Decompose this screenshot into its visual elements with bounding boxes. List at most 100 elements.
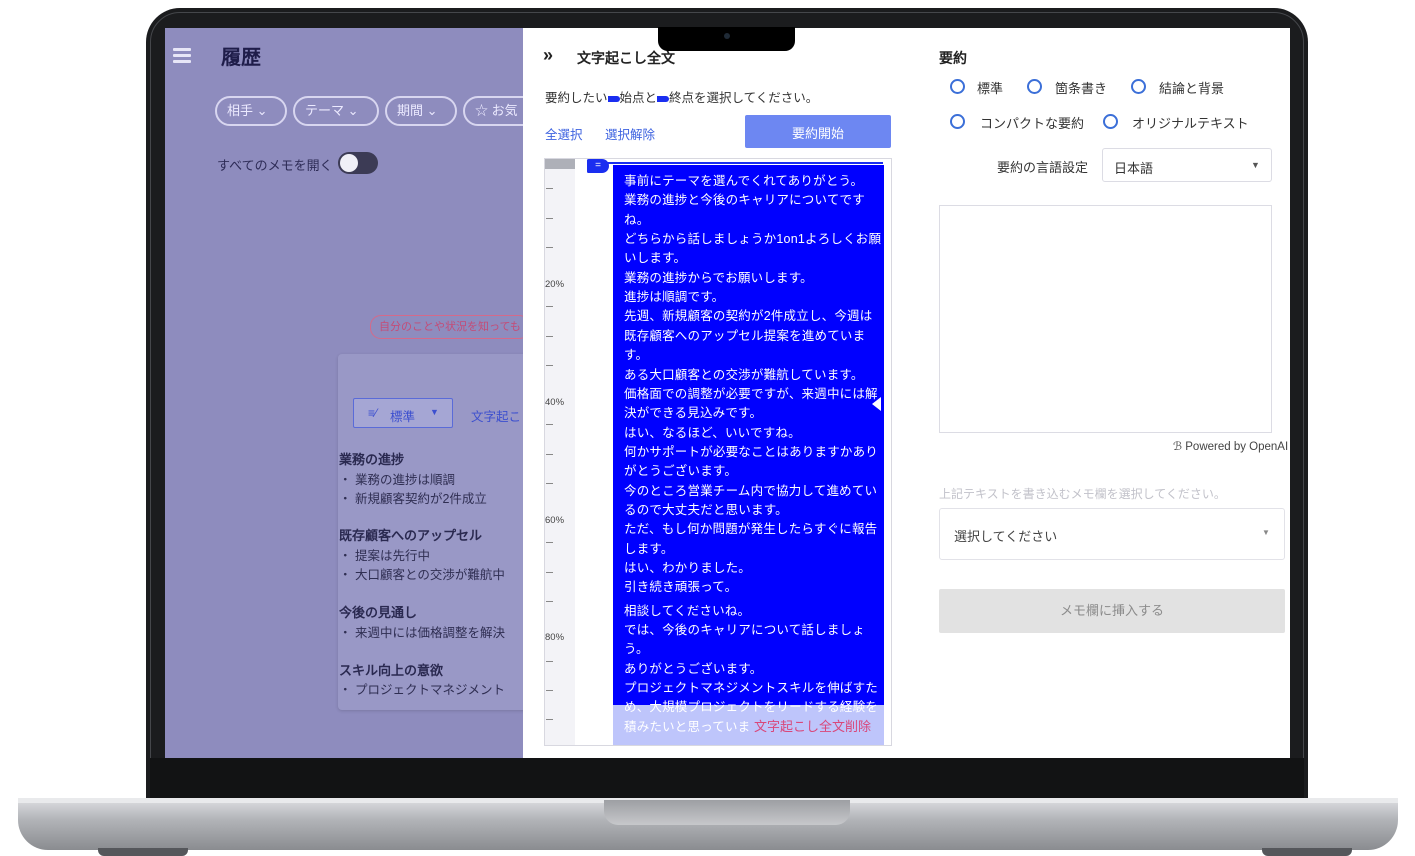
camera-notch <box>658 27 795 51</box>
powered-by: ℬ Powered by OpenAI <box>1173 441 1289 453</box>
filter-period[interactable]: 期間 ⌄ <box>385 96 457 126</box>
section-item: ・ プロジェクトマネジメント <box>339 683 505 697</box>
transcript-title: 文字起こし全文 <box>577 50 675 66</box>
tab-transcript[interactable]: 文字起こ <box>471 406 521 425</box>
transcript-line: 相談してくださいね。 <box>624 603 751 618</box>
laptop-foot-left <box>98 848 188 856</box>
transcript-line: はい、なるほど、いいですね。 <box>624 425 801 440</box>
chevron-down-icon: ⌄ <box>256 103 268 118</box>
screen: 履歴 相手 ⌄ テーマ ⌄ 期間 ⌄ ☆ お気 すべてのメモを開く 自分のことや… <box>165 28 1290 758</box>
start-marker-line <box>605 162 883 164</box>
delete-transcript-button[interactable]: 文字起こし全文削除 <box>754 716 871 735</box>
chevron-down-icon: ⌄ <box>426 103 438 118</box>
start-summary-button[interactable]: 要約開始 <box>745 115 891 148</box>
radio-label: コンパクトな要約 <box>980 116 1085 131</box>
open-all-label: すべてのメモを開く <box>217 158 333 173</box>
ruler-scroll-thumb[interactable] <box>545 159 575 169</box>
transcript-line: す。 <box>624 348 649 363</box>
radio-label: 標準 <box>977 81 1004 96</box>
ruler-label: 20% <box>545 279 565 290</box>
section-heading: スキル向上の意欲 <box>339 663 444 678</box>
start-marker-icon <box>607 95 620 102</box>
toggle-knob <box>340 154 358 172</box>
chevron-down-icon: ⌄ <box>347 103 359 118</box>
transcript-line: 業務の進捗からでお願いします。 <box>624 270 813 285</box>
double-chevron-icon[interactable]: » <box>543 45 553 66</box>
transcript-line: 業務の進捗と今後のキャリアについてです <box>624 193 865 208</box>
transcript-line: 価格面での調整が必要ですが、来週中には解 <box>624 386 878 401</box>
transcript-line: ありがとうございます。 <box>624 661 763 676</box>
radio-compact[interactable] <box>950 114 965 129</box>
transcript-line: がとうございます。 <box>624 464 738 479</box>
section-heading: 既存顧客へのアップセル <box>339 528 483 543</box>
transcript-line: 今のところ営業チーム内で協力して進めてい <box>624 483 878 498</box>
radio-label: 箇条書き <box>1055 81 1108 96</box>
transcript-panel: » 文字起こし全文 要約したい 始点と 終点を選択してください。 全選択 選択解除 … <box>523 28 905 758</box>
transcript-line: るので大丈夫だと思います。 <box>624 502 788 517</box>
transcript-line: め、大規模プロジェクトをリードする経験を <box>624 700 879 715</box>
star-icon: ☆ <box>475 103 489 118</box>
transcript-line: ある大口顧客との交渉が難航しています。 <box>624 367 864 382</box>
radio-label: オリジナルテキスト <box>1132 116 1249 131</box>
section-item: ・ 来週中には価格調整を解決 <box>339 626 505 640</box>
summary-title: 要約 <box>939 50 967 66</box>
radio-label: 結論と背景 <box>1159 81 1225 96</box>
laptop-bottom-bezel <box>150 758 1304 800</box>
laptop-hinge-notch <box>604 800 850 825</box>
transcript-line: どちらから話しましょうか1on1よろしくお願 <box>624 232 882 247</box>
transcript-line: 進捗は順調です。 <box>624 290 725 305</box>
ruler-label: 80% <box>545 632 565 643</box>
mode-select[interactable]: ≡⁄ 標準 ▼ <box>353 398 453 428</box>
transcript-line: 何かサポートが必要なことはありますかあり <box>624 444 879 459</box>
ruler-label: 60% <box>545 515 565 526</box>
transcript-line: う。 <box>624 642 649 657</box>
transcript-line: 先週、新規顧客の契約が2件成立し、今週は <box>624 309 873 324</box>
caret-down-icon: ▼ <box>1251 160 1260 170</box>
transcript-line: 引き続き頑張って。 <box>624 580 738 595</box>
transcript-line: 既存顧客へのアップセル提案を進めていま <box>624 328 866 343</box>
section-item: ・ 提案は先行中 <box>339 549 430 563</box>
camera-icon <box>724 33 730 39</box>
transcript-line: プロジェクトマネジメントスキルを伸ばすた <box>624 681 879 696</box>
transcript-line: はい、わかりました。 <box>624 561 752 575</box>
transcript-line: 決ができる見込みです。 <box>624 406 763 421</box>
list-icon: ≡⁄ <box>368 406 378 420</box>
transcript-line: 積みたいと思っていま <box>624 719 751 734</box>
radio-bullets[interactable] <box>1027 79 1042 94</box>
end-marker-icon <box>657 95 670 102</box>
caret-down-icon: ▼ <box>430 407 439 417</box>
memo-select[interactable]: 選択してください ▼ <box>939 508 1285 560</box>
language-select[interactable]: 日本語 ▼ <box>1102 148 1272 182</box>
section-item: ・ 新規顧客契約が2件成立 <box>339 492 487 506</box>
memo-instruction: 上記テキストを書き込むメモ欄を選択してください。 <box>939 487 1226 501</box>
section-heading: 業務の進捗 <box>339 452 405 467</box>
selection-instruction: 要約したい 始点と 終点を選択してください。 <box>545 91 819 105</box>
radio-standard[interactable] <box>950 79 965 94</box>
hint-chip[interactable]: 自分のことや状況を知っても <box>370 315 530 339</box>
filter-partner[interactable]: 相手 ⌄ <box>215 96 287 126</box>
transcript-line: いします。 <box>624 251 687 266</box>
laptop-foot-right <box>1262 848 1352 856</box>
transcript-line: ね。 <box>624 212 650 227</box>
radio-conclusion[interactable] <box>1131 79 1146 94</box>
transcript-line: 事前にテーマを選んでくれてありがとう。 <box>624 174 864 188</box>
transcript-line: ただ、もし何か問題が発生したらすぐに報告 <box>624 522 878 537</box>
section-heading: 今後の見通し <box>339 605 418 620</box>
summary-output[interactable] <box>939 205 1272 433</box>
section-item: ・ 業務の進捗は順調 <box>339 473 455 487</box>
page-title: 履歴 <box>221 47 261 69</box>
section-item: ・ 大口顧客との交渉が難航中 <box>339 568 505 582</box>
ruler-label: 40% <box>545 397 565 408</box>
deselect-link[interactable]: 選択解除 <box>605 124 655 143</box>
language-label: 要約の言語設定 <box>997 160 1089 175</box>
insert-memo-button[interactable]: メモ欄に挿入する <box>939 589 1285 633</box>
openai-icon: ℬ <box>1173 441 1183 453</box>
radio-original[interactable] <box>1103 114 1118 129</box>
summary-panel: 要約 標準 箇条書き 結論と背景 コンパクトな要約 オリジナルテキスト 要約の言… <box>905 28 1290 758</box>
select-all-link[interactable]: 全選択 <box>545 124 583 143</box>
history-page-overlay: 履歴 相手 ⌄ テーマ ⌄ 期間 ⌄ ☆ お気 すべてのメモを開く 自分のことや… <box>165 28 543 758</box>
filter-theme[interactable]: テーマ ⌄ <box>293 96 379 126</box>
caret-down-icon: ▼ <box>1262 528 1270 537</box>
transcript-line: では、今後のキャリアについて話しましょ <box>624 623 865 638</box>
transcript-line: します。 <box>624 541 674 556</box>
